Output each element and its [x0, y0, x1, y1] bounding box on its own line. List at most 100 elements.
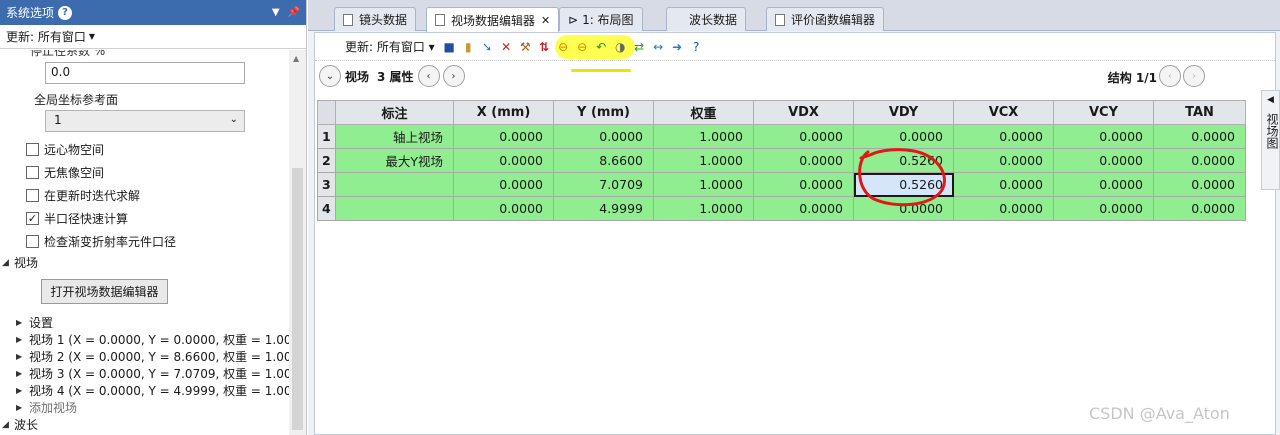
column-header[interactable]: Y (mm) — [553, 100, 654, 125]
fields-section-header[interactable]: ◢ 视场 — [2, 254, 38, 271]
chevron-down-icon[interactable]: ⌄ — [319, 65, 341, 87]
tree-item-settings[interactable]: ▶ 设置 — [16, 314, 53, 331]
column-header[interactable]: VCY — [1053, 100, 1154, 125]
sort-icon[interactable]: ⇅ — [536, 38, 553, 55]
checkbox-grin-aperture[interactable]: 检查渐变折射率元件口径 — [26, 233, 176, 250]
table-cell[interactable]: 0.0000 — [1153, 172, 1246, 197]
help-icon[interactable]: ? — [58, 5, 73, 20]
panel-menu-icon[interactable]: ▼ — [272, 7, 280, 18]
checkbox-box[interactable] — [26, 235, 39, 248]
table-cell[interactable]: 0.0000 — [1053, 172, 1154, 197]
table-cell[interactable]: 1.0000 — [653, 172, 754, 197]
table-cell[interactable]: 0.0000 — [953, 148, 1054, 173]
table-cell[interactable] — [335, 196, 454, 221]
table-cell[interactable]: 0.0000 — [453, 148, 554, 173]
row-number[interactable]: 2 — [317, 148, 336, 173]
save-icon[interactable]: ■ — [441, 38, 458, 55]
column-header[interactable]: VCX — [953, 100, 1054, 125]
column-header[interactable]: VDX — [753, 100, 854, 125]
corner-cell[interactable] — [317, 100, 336, 125]
tab-wavelength-data[interactable]: 波长数据 — [666, 7, 747, 31]
column-header[interactable]: TAN — [1153, 100, 1246, 125]
table-cell[interactable]: 0.0000 — [453, 124, 554, 149]
table-cell[interactable]: 0.0000 — [1053, 148, 1154, 173]
table-cell[interactable]: 0.0000 — [753, 196, 854, 221]
table-cell[interactable]: 4.9999 — [553, 196, 654, 221]
table-cell[interactable]: 0.0000 — [453, 196, 554, 221]
table-cell[interactable]: 0.0000 — [753, 172, 854, 197]
close-icon[interactable]: ✕ — [541, 14, 550, 27]
wavelength-section-header[interactable]: ◢ 波长 — [2, 416, 38, 433]
chevron-left-icon[interactable]: ‹ — [1159, 65, 1181, 87]
lens-icon[interactable]: ⊖ — [574, 38, 591, 55]
arrow-down-icon[interactable]: ➘ — [479, 38, 496, 55]
vertical-scrollbar[interactable]: ▲ — [289, 50, 306, 435]
chevron-right-icon[interactable]: › — [442, 65, 465, 87]
checkbox-afocal[interactable]: 无焦像空间 — [26, 164, 104, 181]
global-ref-select[interactable]: 1 ⌄ — [45, 110, 245, 132]
table-cell[interactable]: 7.0709 — [553, 172, 654, 197]
tree-item-field-2[interactable]: ▶ 视场 2 (X = 0.0000, Y = 8.6600, 权重 = 1.0… — [16, 348, 289, 365]
table-cell[interactable]: 1.0000 — [653, 124, 754, 149]
selected-table-cell[interactable]: 0.5260 — [853, 172, 954, 197]
collapse-icon[interactable]: ↔ — [650, 38, 667, 55]
tree-item-field-4[interactable]: ▶ 视场 4 (X = 0.0000, Y = 4.9999, 权重 = 1.0… — [16, 382, 289, 399]
table-cell[interactable]: 1.0000 — [653, 148, 754, 173]
table-cell[interactable]: 0.0000 — [753, 124, 854, 149]
column-header[interactable]: VDY — [853, 100, 954, 125]
table-cell[interactable]: 0.0000 — [553, 124, 654, 149]
stop-size-input[interactable]: 0.0 — [45, 62, 245, 84]
checkbox-box[interactable] — [26, 189, 39, 202]
pin-icon[interactable]: 📌 — [288, 7, 300, 18]
tree-item-field-1[interactable]: ▶ 视场 1 (X = 0.0000, Y = 0.0000, 权重 = 1.0… — [16, 331, 289, 348]
checkbox-box[interactable] — [26, 143, 39, 156]
arrow-right-icon[interactable]: ➜ — [669, 38, 686, 55]
table-cell[interactable]: 0.0000 — [853, 196, 954, 221]
table-cell[interactable]: 0.0000 — [1153, 148, 1246, 173]
table-cell[interactable]: 0.0000 — [1153, 196, 1246, 221]
side-tab-field-map[interactable]: ◀ 视场图 — [1261, 90, 1280, 190]
help-icon[interactable]: ? — [688, 38, 705, 55]
table-cell[interactable]: 0.0000 — [453, 172, 554, 197]
table-cell[interactable]: 0.0000 — [953, 172, 1054, 197]
table-cell[interactable]: 0.0000 — [853, 124, 954, 149]
row-number[interactable]: 4 — [317, 196, 336, 221]
row-number[interactable]: 1 — [317, 124, 336, 149]
table-cell[interactable]: 0.0000 — [953, 196, 1054, 221]
column-header[interactable]: 权重 — [653, 100, 754, 125]
table-cell[interactable]: 0.0000 — [953, 124, 1054, 149]
scroll-up-arrow-icon[interactable]: ▲ — [293, 54, 299, 63]
load-icon[interactable]: ▮ — [460, 38, 477, 55]
table-cell[interactable]: 0.0000 — [1053, 196, 1154, 221]
wand-icon[interactable]: ⚒ — [517, 38, 534, 55]
scrollbar-thumb[interactable] — [292, 168, 303, 430]
checkbox-box[interactable] — [26, 166, 39, 179]
checkmark-icon[interactable]: ✓ — [26, 212, 39, 225]
table-cell[interactable]: 0.0000 — [1053, 124, 1154, 149]
tree-item-add-field[interactable]: ▶ 添加视场 — [16, 399, 77, 416]
tree-item-field-3[interactable]: ▶ 视场 3 (X = 0.0000, Y = 7.0709, 权重 = 1.0… — [16, 365, 289, 382]
table-cell[interactable]: 0.0000 — [753, 148, 854, 173]
table-cell[interactable]: 1.0000 — [653, 196, 754, 221]
swap-icon[interactable]: ⇄ — [631, 38, 648, 55]
checkbox-iterate-solves[interactable]: 在更新时迭代求解 — [26, 187, 140, 204]
checkbox-telecentric[interactable]: 远心物空间 — [26, 141, 104, 158]
column-header[interactable]: X (mm) — [453, 100, 554, 125]
lens-icon[interactable]: ⊖ — [555, 38, 572, 55]
table-cell[interactable]: 轴上视场 — [335, 124, 454, 149]
chevron-right-icon[interactable]: › — [1183, 65, 1205, 87]
open-field-editor-button[interactable]: 打开视场数据编辑器 — [41, 279, 168, 304]
row-number[interactable]: 3 — [317, 172, 336, 197]
tab-layout[interactable]: ⊳ 1: 布局图 — [559, 7, 643, 31]
undo-icon[interactable]: ↶ — [593, 38, 610, 55]
update-dropdown[interactable]: 更新: 所有窗口 ▾ — [345, 38, 435, 55]
chevron-left-icon[interactable]: ‹ — [417, 65, 440, 87]
table-cell[interactable]: 8.6600 — [553, 148, 654, 173]
tab-merit-function-editor[interactable]: 评价函数编辑器 — [766, 7, 885, 31]
table-cell[interactable] — [335, 172, 454, 197]
table-cell[interactable]: 0.0000 — [1153, 124, 1246, 149]
tab-lens-data[interactable]: 镜头数据 — [334, 7, 417, 31]
table-cell[interactable]: 0.5260 — [853, 148, 954, 173]
tab-field-data-editor[interactable]: 视场数据编辑器 ✕ — [426, 7, 560, 32]
toggle-icon[interactable]: ◑ — [612, 38, 629, 55]
